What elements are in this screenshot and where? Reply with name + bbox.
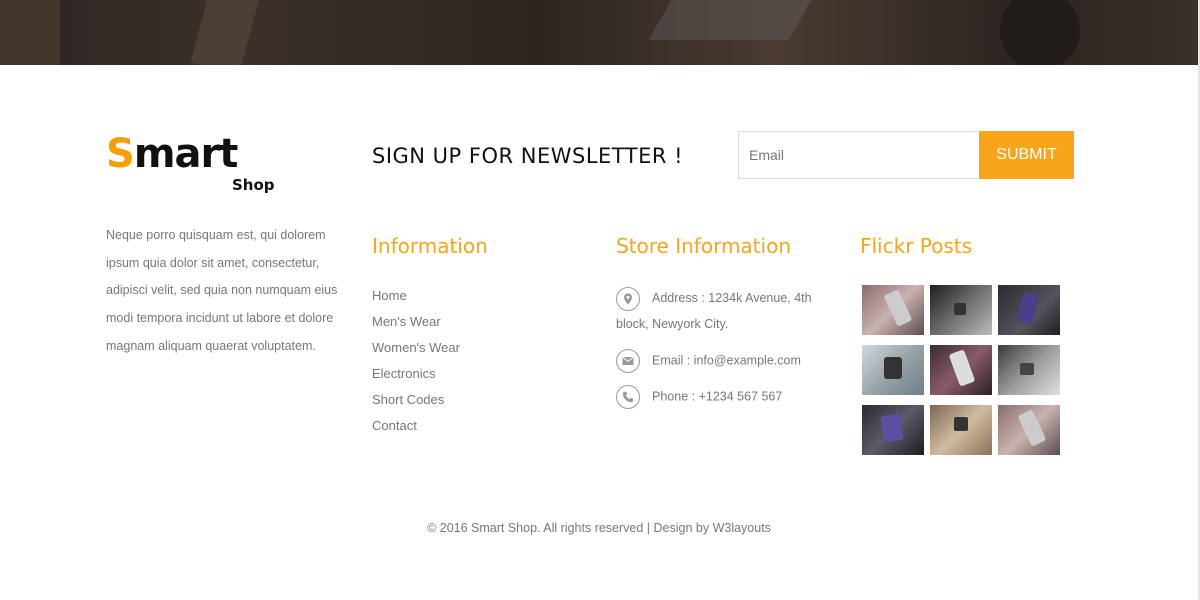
flickr-thumbnail[interactable] [930,285,992,335]
flickr-thumbnail[interactable] [862,405,924,455]
map-marker-icon [616,286,640,311]
flickr-thumbnail[interactable] [862,285,924,335]
newsletter-submit-button[interactable]: SUBMIT [979,131,1074,179]
store-email: Email : info@example.com [616,349,846,373]
flickr-thumbnail[interactable] [998,345,1060,395]
hero-banner-image [0,0,1198,65]
store-address: Address : 1234k Avenue, 4th block, Newyo… [616,285,846,337]
flickr-thumbnail[interactable] [862,345,924,395]
logo-wordmark: Smart [106,131,238,177]
information-links: Home Men's Wear Women's Wear Electronics… [372,285,460,441]
store-information: Address : 1234k Avenue, 4th block, Newyo… [616,285,846,409]
newsletter-email-input[interactable] [738,131,979,179]
info-link-womens-wear[interactable]: Women's Wear [372,337,460,363]
logo-subtitle: Shop [232,176,275,194]
store-information-heading: Store Information [616,234,791,258]
flickr-thumbnail[interactable] [998,405,1060,455]
flickr-posts-heading: Flickr Posts [860,234,973,258]
envelope-icon [616,349,640,373]
info-link-electronics[interactable]: Electronics [372,363,460,389]
about-text: Neque porro quisquam est, qui dolorem ip… [106,228,338,353]
phone-icon [616,385,640,409]
copyright-text: © 2016 Smart Shop. All rights reserved |… [427,521,771,535]
flickr-thumbnail[interactable] [998,285,1060,335]
store-email-text[interactable]: Email : info@example.com [652,353,801,367]
store-address-text: Address : 1234k Avenue, 4th block, Newyo… [616,291,812,331]
info-link-contact[interactable]: Contact [372,415,460,441]
flickr-thumbnail[interactable] [930,405,992,455]
store-phone-text: Phone : +1234 567 567 [652,389,783,404]
information-heading: Information [372,234,488,258]
info-link-home[interactable]: Home [372,285,460,311]
store-phone: Phone : +1234 567 567 [616,385,846,409]
flickr-thumbnail[interactable] [930,345,992,395]
site-logo[interactable]: Smart Shop [106,132,276,198]
info-link-short-codes[interactable]: Short Codes [372,389,460,415]
newsletter-heading: SIGN UP FOR NEWSLETTER ! [372,144,684,168]
info-link-mens-wear[interactable]: Men's Wear [372,311,460,337]
